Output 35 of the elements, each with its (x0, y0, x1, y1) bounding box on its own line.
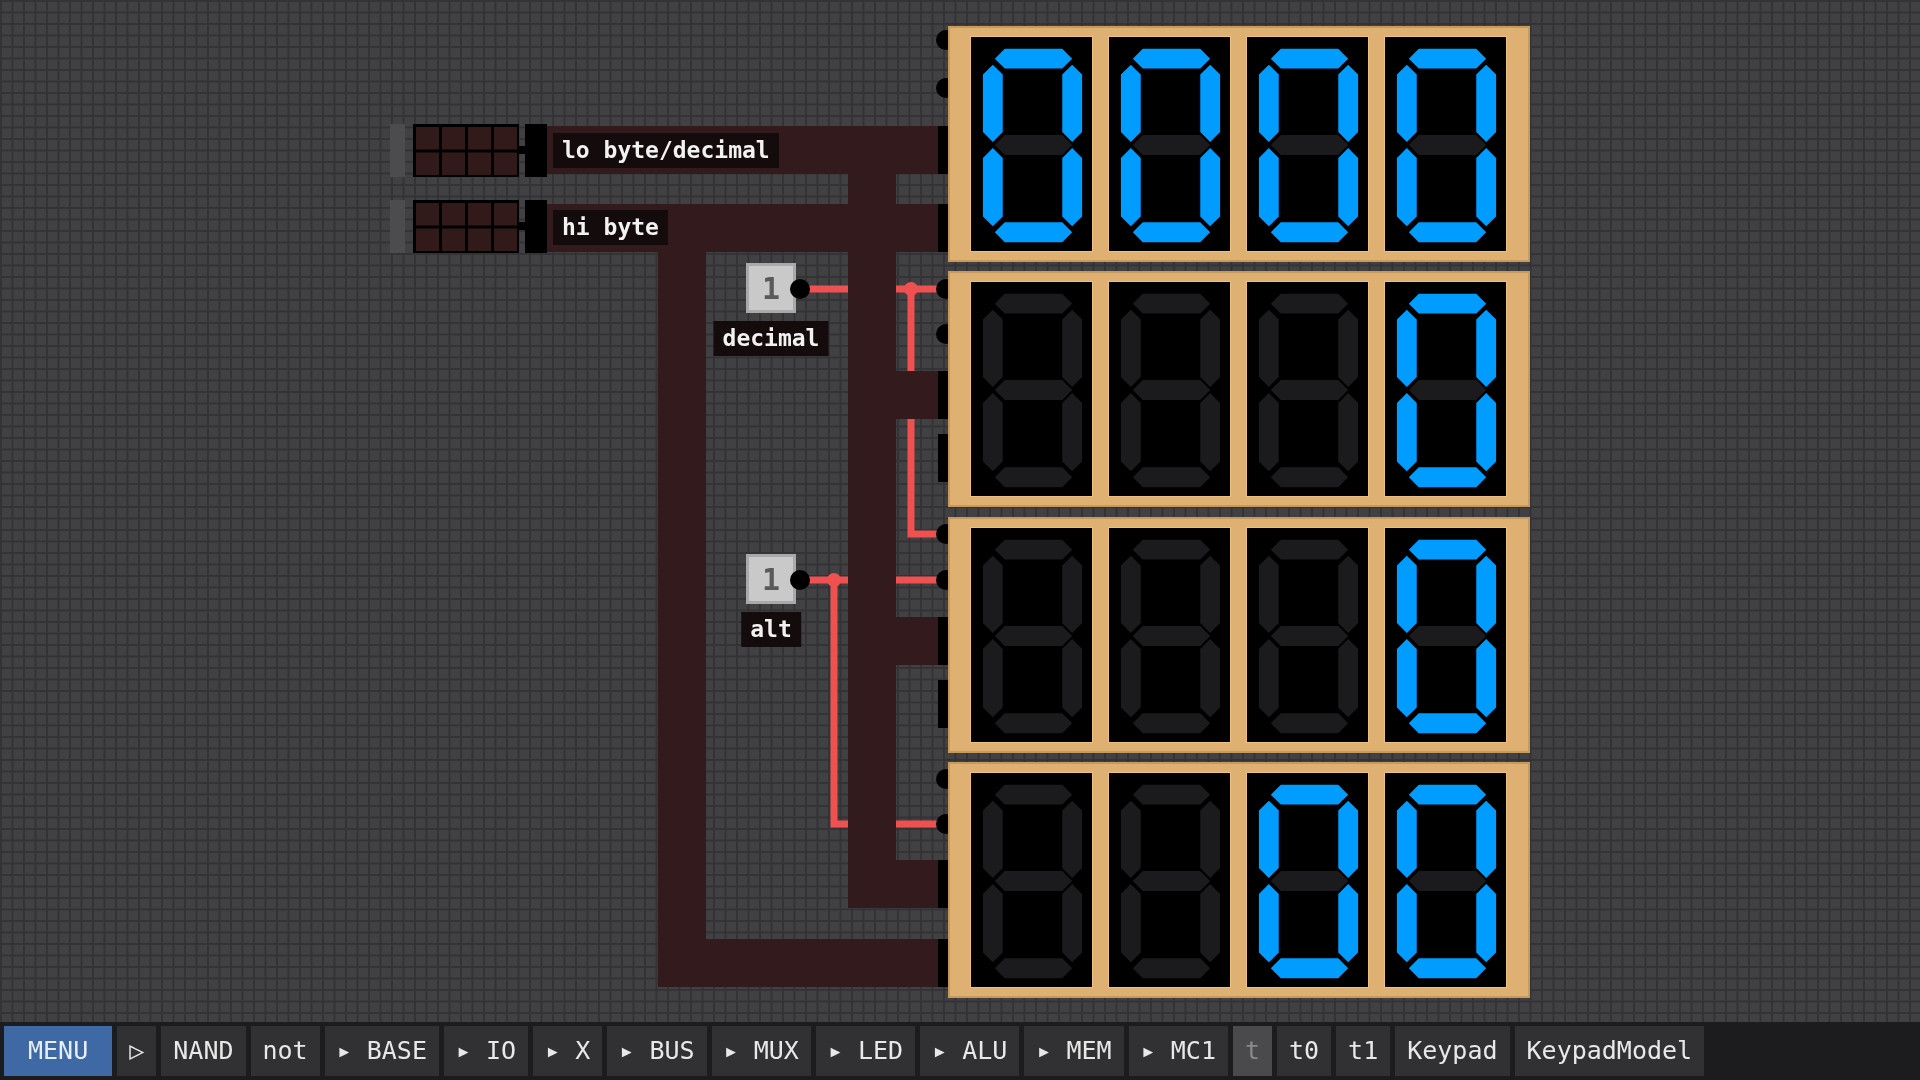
switch-label: alt (741, 612, 801, 647)
input-pin (938, 680, 948, 728)
toolbar-button[interactable]: t0 (1277, 1026, 1332, 1076)
toolbar-button[interactable]: ▸ ALU (920, 1026, 1020, 1076)
toolbar-button[interactable]: MENU (4, 1026, 113, 1076)
input-pin (938, 204, 948, 252)
switch-label: decimal (713, 321, 829, 356)
input-pin (938, 126, 948, 174)
toolbar-button[interactable]: ▷ (117, 1026, 157, 1076)
input-pin (938, 434, 948, 482)
input-pin (938, 617, 948, 665)
toolbar-button[interactable]: KeypadModel (1514, 1026, 1705, 1076)
toolbar-button[interactable]: ▸ BASE (324, 1026, 439, 1076)
toolbar-button[interactable]: t1 (1336, 1026, 1391, 1076)
toolbar-button[interactable]: ▸ MC1 (1128, 1026, 1228, 1076)
output-pin (790, 279, 810, 299)
input-label: hi byte (553, 210, 668, 245)
wire-junction (827, 573, 841, 587)
input-pin (938, 939, 948, 987)
toolbar-button[interactable]: ▸ MEM (1024, 1026, 1124, 1076)
toolbar-button[interactable]: ▸ BUS (607, 1026, 707, 1076)
toggle-switch[interactable]: 1 (746, 554, 796, 604)
input-pin (938, 860, 948, 908)
toolbar-button[interactable]: NAND (161, 1026, 246, 1076)
output-pin (790, 570, 810, 590)
input-pin (938, 371, 948, 419)
toggle-switch[interactable]: 1 (746, 263, 796, 313)
input-label: lo byte/decimal (553, 133, 779, 168)
toolbar-button[interactable]: ▸ LED (815, 1026, 916, 1076)
toolbar-button[interactable]: Keypad (1395, 1026, 1510, 1076)
toolbar-button[interactable]: ▸ X (533, 1026, 603, 1076)
toolbar-button[interactable]: ▸ MUX (711, 1026, 811, 1076)
toolbar-button[interactable]: not (250, 1026, 320, 1076)
wire-junction (904, 282, 918, 296)
toolbar-button[interactable]: ▸ IO (443, 1026, 529, 1076)
